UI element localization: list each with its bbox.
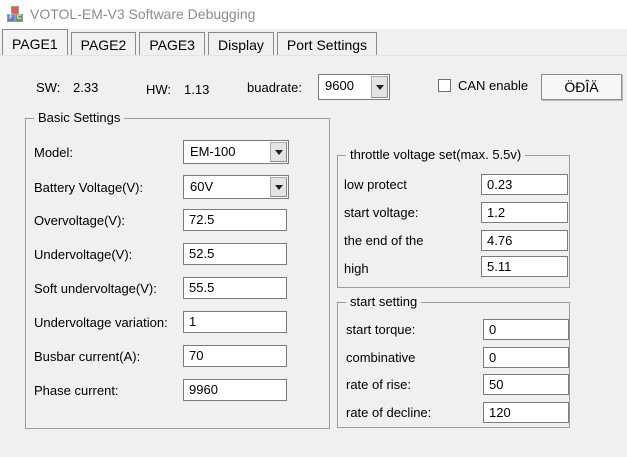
busbar-current-label: Busbar current(A): — [34, 349, 140, 364]
can-enable-label: CAN enable — [458, 78, 528, 93]
battery-voltage-select[interactable]: 60V — [183, 175, 289, 199]
sw-label: SW: — [36, 80, 60, 95]
battery-voltage-label: Battery Voltage(V): — [34, 180, 143, 195]
hw-label: HW: — [146, 82, 171, 97]
throttle-voltage-group: throttle voltage set(max. 5.5v) low prot… — [337, 155, 570, 288]
baudrate-dropdown-button[interactable] — [371, 76, 388, 98]
tab-page3[interactable]: PAGE3 — [139, 32, 205, 55]
overvoltage-label: Overvoltage(V): — [34, 213, 125, 228]
window-title: VOTOL-EM-V3 Software Debugging — [30, 0, 255, 29]
start-voltage-input[interactable]: 1.2 — [481, 202, 568, 223]
throttle-high-input[interactable]: 5.11 — [481, 256, 568, 277]
phase-current-label: Phase current: — [34, 383, 119, 398]
tab-page1[interactable]: PAGE1 — [2, 29, 68, 55]
baudrate-selected-value: 9600 — [325, 78, 354, 93]
undervoltage-variation-label: Undervoltage variation: — [34, 315, 168, 330]
low-protect-input[interactable]: 0.23 — [481, 174, 568, 195]
model-select[interactable]: EM-100 — [183, 140, 289, 164]
model-label: Model: — [34, 145, 73, 160]
language-button[interactable]: ÖÐÎÄ — [541, 74, 622, 100]
tab-display[interactable]: Display — [208, 32, 274, 55]
app-icon-block-c: C — [15, 14, 23, 22]
overvoltage-input[interactable]: 72.5 — [183, 209, 287, 231]
combinative-label: combinative — [346, 350, 415, 365]
baudrate-label: buadrate: — [247, 80, 302, 95]
basic-settings-group: Basic Settings Model: EM-100 Battery Vol… — [25, 118, 330, 429]
app-icon-block-red — [11, 6, 19, 14]
titlebar: F C VOTOL-EM-V3 Software Debugging — [0, 0, 627, 29]
battery-voltage-selected-value: 60V — [190, 179, 213, 194]
soft-undervoltage-input[interactable]: 55.5 — [183, 277, 287, 299]
rate-of-decline-input[interactable]: 120 — [483, 402, 569, 423]
tab-bar: PAGE1 PAGE2 PAGE3 Display Port Settings — [0, 29, 627, 55]
baudrate-select[interactable]: 9600 — [318, 74, 390, 100]
sw-value: 2.33 — [73, 80, 98, 95]
app-icon: F C — [7, 6, 23, 22]
undervoltage-variation-input[interactable]: 1 — [183, 311, 287, 333]
model-dropdown-button[interactable] — [270, 142, 287, 162]
throttle-end-input[interactable]: 4.76 — [481, 230, 568, 251]
start-torque-label: start torque: — [346, 322, 415, 337]
undervoltage-input[interactable]: 52.5 — [183, 243, 287, 265]
throttle-voltage-title: throttle voltage set(max. 5.5v) — [346, 147, 525, 162]
rate-of-decline-label: rate of decline: — [346, 405, 431, 420]
model-selected-value: EM-100 — [190, 144, 236, 159]
throttle-end-label: the end of the — [344, 233, 424, 248]
start-setting-group: start setting start torque: 0 combinativ… — [337, 302, 570, 428]
basic-settings-title: Basic Settings — [34, 110, 124, 125]
start-setting-title: start setting — [346, 294, 421, 309]
tab-underline — [0, 55, 627, 56]
rate-of-rise-label: rate of rise: — [346, 377, 411, 392]
start-torque-input[interactable]: 0 — [483, 319, 569, 340]
can-enable-checkbox[interactable] — [438, 79, 451, 92]
hw-value: 1.13 — [184, 82, 209, 97]
app-icon-block-f: F — [7, 14, 15, 22]
tab-page2[interactable]: PAGE2 — [71, 32, 137, 55]
battery-voltage-dropdown-button[interactable] — [270, 177, 287, 197]
soft-undervoltage-label: Soft undervoltage(V): — [34, 281, 157, 296]
chevron-down-icon — [376, 85, 384, 90]
start-voltage-label: start voltage: — [344, 205, 418, 220]
low-protect-label: low protect — [344, 177, 407, 192]
phase-current-input[interactable]: 9960 — [183, 379, 287, 401]
rate-of-rise-input[interactable]: 50 — [483, 374, 569, 395]
combinative-input[interactable]: 0 — [483, 347, 569, 368]
tab-port-settings[interactable]: Port Settings — [277, 32, 377, 55]
chevron-down-icon — [275, 185, 283, 190]
throttle-high-label: high — [344, 261, 369, 276]
busbar-current-input[interactable]: 70 — [183, 345, 287, 367]
app-window: F C VOTOL-EM-V3 Software Debugging PAGE1… — [0, 0, 627, 457]
undervoltage-label: Undervoltage(V): — [34, 247, 132, 262]
chevron-down-icon — [275, 150, 283, 155]
